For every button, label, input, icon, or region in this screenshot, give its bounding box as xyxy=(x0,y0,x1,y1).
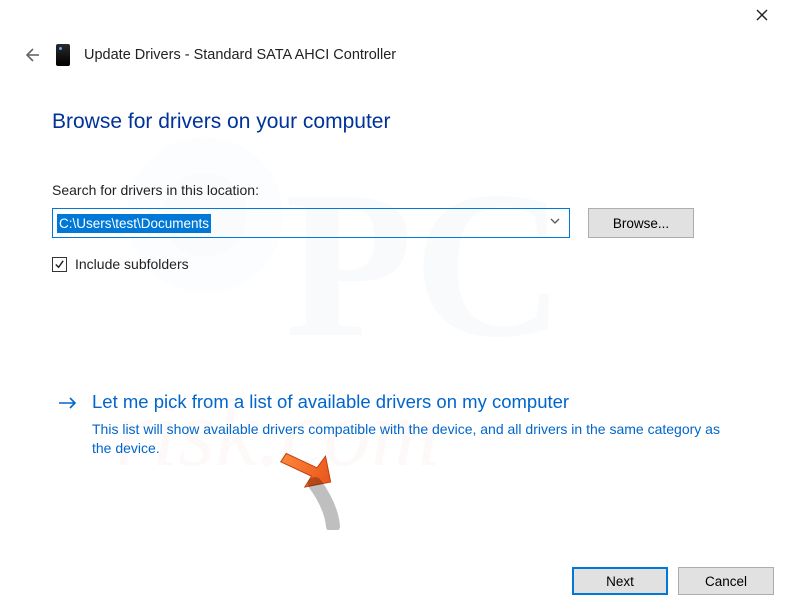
next-button-label: Next xyxy=(606,574,634,589)
search-row: C:\Users\test\Documents Browse... xyxy=(52,208,750,238)
browse-button[interactable]: Browse... xyxy=(588,208,694,238)
pick-title: Let me pick from a list of available dri… xyxy=(92,390,569,414)
pick-from-list-option[interactable]: Let me pick from a list of available dri… xyxy=(58,390,740,458)
cancel-button[interactable]: Cancel xyxy=(678,567,774,595)
watermark: PC risk.com xyxy=(0,0,790,609)
next-button[interactable]: Next xyxy=(572,567,668,595)
page-title: Update Drivers - Standard SATA AHCI Cont… xyxy=(84,47,396,63)
path-combobox[interactable]: C:\Users\test\Documents xyxy=(52,208,570,238)
chevron-down-icon[interactable] xyxy=(549,214,561,232)
arrow-right-icon xyxy=(58,395,78,416)
include-subfolders-checkbox[interactable] xyxy=(52,257,67,272)
titlebar xyxy=(0,0,790,30)
back-arrow-icon[interactable] xyxy=(20,44,42,66)
wizard-header: Update Drivers - Standard SATA AHCI Cont… xyxy=(20,44,396,66)
include-subfolders-row: Include subfolders xyxy=(52,256,750,272)
pick-description: This list will show available drivers co… xyxy=(92,420,732,458)
cancel-button-label: Cancel xyxy=(705,574,747,589)
path-value: C:\Users\test\Documents xyxy=(57,214,211,233)
include-subfolders-label: Include subfolders xyxy=(75,256,189,272)
search-location-label: Search for drivers in this location: xyxy=(52,182,750,198)
browse-button-label: Browse... xyxy=(613,216,669,231)
close-icon[interactable] xyxy=(742,0,782,30)
heading: Browse for drivers on your computer xyxy=(52,110,750,134)
drive-icon xyxy=(56,44,70,66)
footer-buttons: Next Cancel xyxy=(572,567,774,595)
content-area: Browse for drivers on your computer Sear… xyxy=(52,110,750,272)
